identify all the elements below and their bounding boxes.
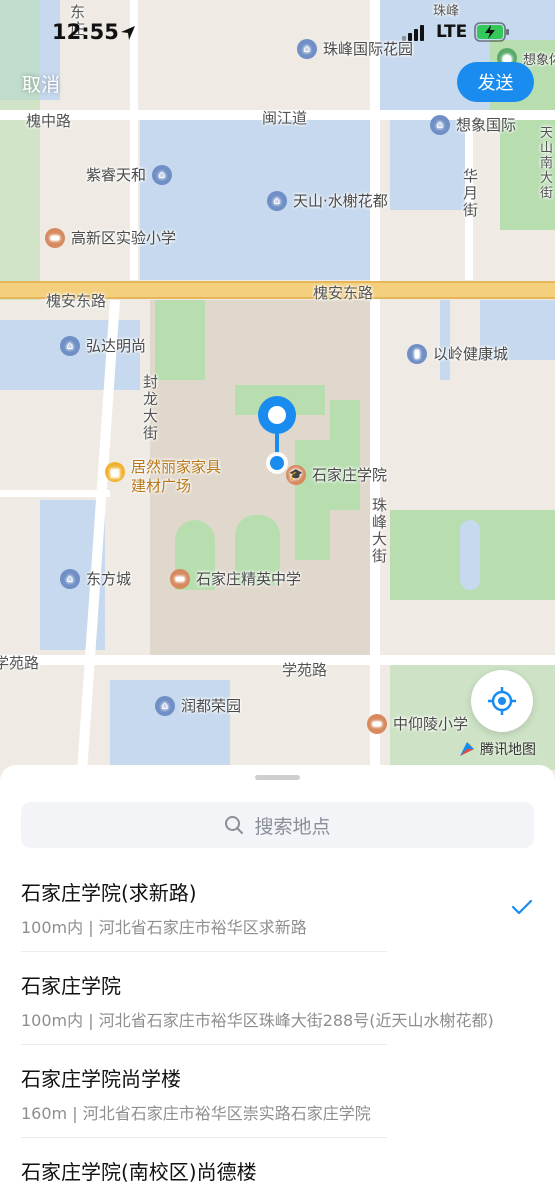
status-time: 12:55 bbox=[52, 20, 119, 44]
road-label: 学苑路 bbox=[0, 654, 40, 672]
result-title: 石家庄学院 bbox=[21, 974, 121, 998]
locate-me-icon bbox=[488, 687, 516, 715]
list-item[interactable]: 石家庄学院(南校区)尚德楼 bbox=[21, 1138, 387, 1200]
school-icon: ▬ bbox=[170, 568, 190, 589]
cancel-button[interactable]: 取消 bbox=[22, 70, 60, 97]
road-label: 华月街 bbox=[463, 167, 479, 219]
signal-icon bbox=[402, 25, 424, 41]
poi-rundu[interactable]: ⌂ 润都荣园 bbox=[155, 695, 241, 716]
result-title: 石家庄学院(求新路) bbox=[21, 881, 197, 905]
poi-jurannijia[interactable]: ▣ 居然丽家家具 建材广场 bbox=[105, 458, 221, 496]
poi-sjz-jingying[interactable]: ▬ 石家庄精英中学 bbox=[170, 568, 301, 589]
house-icon: ⌂ bbox=[60, 335, 80, 356]
house-icon: ⌂ bbox=[267, 190, 287, 211]
map-road bbox=[0, 655, 555, 665]
house-icon: ⌂ bbox=[152, 164, 173, 185]
list-item[interactable]: 石家庄学院(求新路) 100m内 | 河北省石家庄市裕华区求新路 bbox=[21, 859, 533, 952]
sheet-drag-handle[interactable] bbox=[255, 775, 300, 780]
poi-zirui[interactable]: 紫睿天和 ⌂ bbox=[86, 164, 173, 185]
shopping-icon: ▣ bbox=[105, 462, 125, 482]
map-park bbox=[295, 440, 330, 560]
location-arrow-icon bbox=[121, 26, 135, 40]
locate-me-button[interactable] bbox=[471, 670, 533, 732]
map-water-area bbox=[110, 680, 230, 770]
poi-zhongyangling[interactable]: ▬ 中仰陵小学 bbox=[367, 713, 468, 734]
house-icon: ⌂ bbox=[155, 695, 175, 716]
road-label: 封龙大街 bbox=[143, 373, 159, 442]
house-icon: ⌂ bbox=[60, 568, 80, 589]
poi-tianshan-shuixie[interactable]: ⌂ 天山·水榭花都 bbox=[267, 190, 388, 211]
result-title: 石家庄学院尚学楼 bbox=[21, 1067, 181, 1091]
poi-dongfang[interactable]: ⌂ 东方城 bbox=[60, 568, 131, 589]
result-subtitle: 100m内 | 河北省石家庄市裕华区珠峰大街288号(近天山水榭花都) bbox=[21, 1011, 494, 1030]
road-label: 槐安东路 bbox=[46, 292, 107, 310]
road-label: 闽江道 bbox=[262, 109, 308, 127]
map-water-area bbox=[460, 520, 480, 590]
location-picker-sheet: 搜索地点 石家庄学院(求新路) 100m内 | 河北省石家庄市裕华区求新路 石家… bbox=[0, 765, 555, 1200]
map-park bbox=[330, 400, 360, 510]
result-subtitle: 160m | 河北省石家庄市裕华区崇实路石家庄学院 bbox=[21, 1104, 371, 1123]
map-pin-icon[interactable] bbox=[254, 395, 300, 485]
road-label: 槐安东路 bbox=[313, 284, 374, 302]
map-attribution: 腾讯地图 bbox=[458, 739, 536, 759]
road-label: 天山南大街 bbox=[540, 126, 554, 201]
network-type: LTE bbox=[436, 22, 468, 42]
house-icon: ⌂ bbox=[430, 114, 450, 135]
map-view[interactable]: 东庄 珠峰 槐中路 闽江道 槐安东路 槐安东路 封龙大街 珠峰大街 华月街 天山… bbox=[0, 0, 555, 780]
result-row-0[interactable]: 石家庄学院(求新路) 100m内 | 河北省石家庄市裕华区求新路 bbox=[21, 859, 534, 952]
school-icon: ▬ bbox=[367, 713, 387, 734]
search-icon bbox=[225, 816, 244, 834]
result-row-2[interactable]: 石家庄学院尚学楼 160m | 河北省石家庄市裕华区崇实路石家庄学院 bbox=[21, 1045, 534, 1138]
poi-yiling[interactable]: ▮ 以岭健康城 bbox=[407, 343, 508, 364]
poi-sjz-university[interactable]: 🎓 石家庄学院 bbox=[286, 464, 387, 485]
map-road bbox=[0, 490, 110, 497]
map-park bbox=[155, 300, 205, 380]
result-title: 石家庄学院(南校区)尚德楼 bbox=[21, 1160, 257, 1184]
checkmark-icon bbox=[511, 899, 533, 915]
battery-charging-icon bbox=[474, 22, 509, 42]
hospital-icon: ▮ bbox=[407, 343, 427, 364]
tencent-map-logo bbox=[460, 742, 474, 756]
poi-gaoxin-school[interactable]: ▬ 高新区实验小学 bbox=[45, 227, 176, 248]
map-water-area bbox=[440, 300, 450, 380]
road-label: 学苑路 bbox=[282, 661, 328, 679]
list-item[interactable]: 石家庄学院尚学楼 160m | 河北省石家庄市裕华区崇实路石家庄学院 bbox=[21, 1045, 387, 1138]
road-label: 槐中路 bbox=[26, 112, 72, 130]
result-row-3[interactable]: 石家庄学院(南校区)尚德楼 bbox=[21, 1138, 534, 1200]
road-label: 珠峰大街 bbox=[372, 496, 388, 565]
search-placeholder: 搜索地点 bbox=[254, 815, 331, 838]
poi-hongda[interactable]: ⌂ 弘达明尚 bbox=[60, 335, 146, 356]
send-button[interactable]: 发送 bbox=[457, 62, 534, 102]
school-icon: ▬ bbox=[45, 227, 65, 248]
results-list: 石家庄学院(求新路) 100m内 | 河北省石家庄市裕华区求新路 石家庄学院 1… bbox=[0, 859, 555, 1200]
poi-xiangxiang-intl[interactable]: ⌂ 想象国际 bbox=[430, 114, 516, 135]
search-input[interactable]: 搜索地点 bbox=[21, 802, 534, 848]
status-bar: 12:55 LTE bbox=[0, 0, 555, 60]
list-item[interactable]: 石家庄学院 100m内 | 河北省石家庄市裕华区珠峰大街288号(近天山水榭花都… bbox=[21, 952, 494, 1045]
result-subtitle: 100m内 | 河北省石家庄市裕华区求新路 bbox=[21, 918, 307, 937]
result-row-1[interactable]: 石家庄学院 100m内 | 河北省石家庄市裕华区珠峰大街288号(近天山水榭花都… bbox=[21, 952, 534, 1045]
